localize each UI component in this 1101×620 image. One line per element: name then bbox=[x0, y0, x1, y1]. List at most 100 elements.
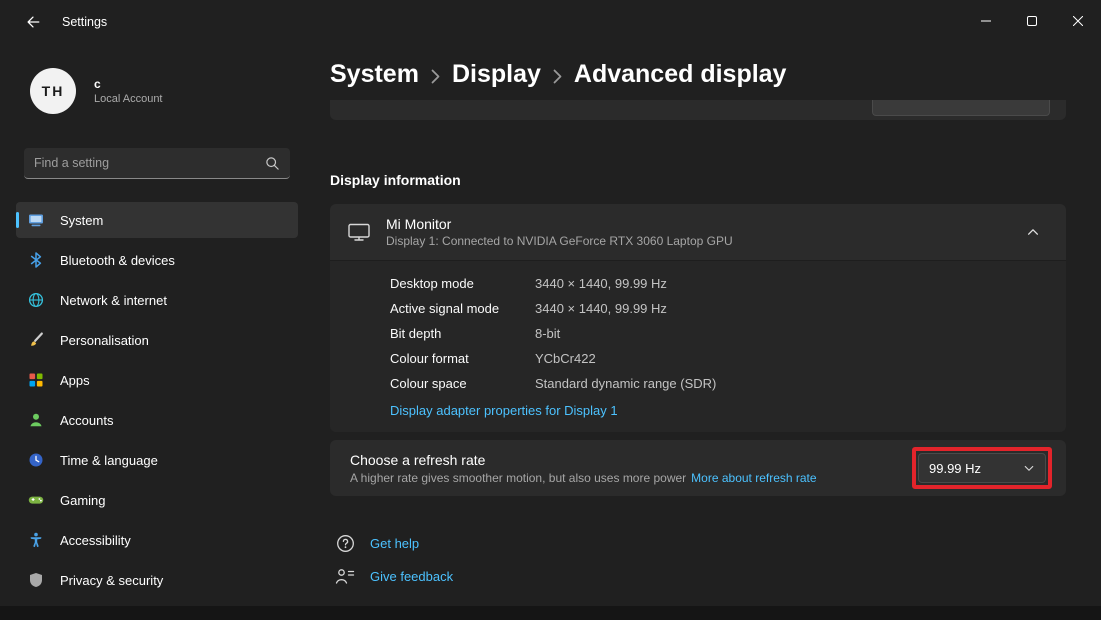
detail-label: Colour format bbox=[390, 351, 535, 366]
detail-label: Desktop mode bbox=[390, 276, 535, 291]
refresh-rate-text: Choose a refresh rate A higher rate give… bbox=[350, 451, 817, 486]
sidebar: TH c Local Account System bbox=[0, 44, 316, 606]
detail-label: Colour space bbox=[390, 376, 535, 391]
user-name: c bbox=[94, 77, 163, 92]
detail-value: 3440 × 1440, 99.99 Hz bbox=[535, 301, 667, 316]
detail-row-bit-depth: Bit depth 8-bit bbox=[390, 321, 1048, 346]
display-information-header[interactable]: Mi Monitor Display 1: Connected to NVIDI… bbox=[330, 204, 1066, 261]
sidebar-item-label: Apps bbox=[60, 373, 90, 388]
sidebar-item-label: Bluetooth & devices bbox=[60, 253, 175, 268]
main-content: System Display Advanced display Display … bbox=[316, 44, 1101, 606]
globe-icon bbox=[28, 292, 44, 308]
sidebar-item-label: Gaming bbox=[60, 493, 106, 508]
apps-grid-icon bbox=[28, 372, 44, 388]
sidebar-item-privacy-security[interactable]: Privacy & security bbox=[16, 562, 298, 598]
sidebar-item-label: Privacy & security bbox=[60, 573, 163, 588]
detail-row-active-signal-mode: Active signal mode 3440 × 1440, 99.99 Hz bbox=[390, 296, 1048, 321]
get-help-link[interactable]: Get help bbox=[370, 536, 419, 551]
user-account-block[interactable]: TH c Local Account bbox=[30, 68, 163, 114]
give-feedback-row: Give feedback bbox=[334, 567, 453, 586]
detail-label: Active signal mode bbox=[390, 301, 535, 316]
sidebar-item-accessibility[interactable]: Accessibility bbox=[16, 522, 298, 558]
clipped-display-select-dropdown[interactable] bbox=[872, 100, 1050, 116]
detail-value: 8-bit bbox=[535, 326, 560, 341]
maximize-icon bbox=[1027, 16, 1037, 26]
refresh-rate-dropdown[interactable]: 99.99 Hz bbox=[918, 453, 1046, 483]
get-help-icon bbox=[334, 534, 356, 553]
sidebar-item-gaming[interactable]: Gaming bbox=[16, 482, 298, 518]
shield-icon bbox=[28, 572, 44, 588]
breadcrumb: System Display Advanced display bbox=[330, 60, 786, 89]
feedback-icon bbox=[334, 567, 356, 586]
sidebar-item-network-internet[interactable]: Network & internet bbox=[16, 282, 298, 318]
monitor-icon bbox=[348, 221, 370, 243]
person-icon bbox=[28, 412, 44, 428]
user-account-type: Local Account bbox=[94, 92, 163, 106]
user-text: c Local Account bbox=[94, 77, 163, 106]
search-icon bbox=[265, 156, 280, 171]
more-about-refresh-rate-link[interactable]: More about refresh rate bbox=[691, 471, 816, 485]
detail-value: 3440 × 1440, 99.99 Hz bbox=[535, 276, 667, 291]
bluetooth-icon bbox=[28, 252, 44, 268]
sidebar-item-accounts[interactable]: Accounts bbox=[16, 402, 298, 438]
refresh-rate-title: Choose a refresh rate bbox=[350, 451, 817, 470]
close-icon bbox=[1073, 16, 1083, 26]
sidebar-item-label: System bbox=[60, 213, 103, 228]
back-arrow-icon bbox=[25, 14, 41, 30]
maximize-button[interactable] bbox=[1009, 0, 1055, 42]
sidebar-item-label: Accounts bbox=[60, 413, 113, 428]
monitor-text: Mi Monitor Display 1: Connected to NVIDI… bbox=[386, 215, 733, 249]
refresh-rate-card: Choose a refresh rate A higher rate give… bbox=[330, 440, 1066, 496]
display-information-card: Mi Monitor Display 1: Connected to NVIDI… bbox=[330, 204, 1066, 432]
search-input[interactable] bbox=[34, 156, 265, 170]
close-button[interactable] bbox=[1055, 0, 1101, 42]
section-title: Display information bbox=[330, 172, 461, 188]
titlebar: Settings bbox=[0, 0, 1101, 44]
clipped-display-select-row bbox=[330, 100, 1066, 120]
detail-value: Standard dynamic range (SDR) bbox=[535, 376, 716, 391]
chevron-down-icon bbox=[1023, 462, 1035, 474]
sidebar-item-label: Network & internet bbox=[60, 293, 167, 308]
display-adapter-properties-link[interactable]: Display adapter properties for Display 1 bbox=[390, 403, 618, 418]
refresh-rate-description-text: A higher rate gives smoother motion, but… bbox=[350, 471, 686, 485]
sidebar-item-label: Personalisation bbox=[60, 333, 149, 348]
refresh-rate-selected-value: 99.99 Hz bbox=[929, 461, 981, 476]
breadcrumb-display[interactable]: Display bbox=[452, 60, 541, 89]
give-feedback-link[interactable]: Give feedback bbox=[370, 569, 453, 584]
refresh-rate-description: A higher rate gives smoother motion, but… bbox=[350, 470, 817, 486]
detail-row-desktop-mode: Desktop mode 3440 × 1440, 99.99 Hz bbox=[390, 271, 1048, 296]
get-help-row: Get help bbox=[334, 534, 419, 553]
accessibility-person-icon bbox=[28, 532, 44, 548]
breadcrumb-separator-icon bbox=[431, 69, 440, 84]
detail-row-colour-space: Colour space Standard dynamic range (SDR… bbox=[390, 371, 1048, 396]
breadcrumb-separator-icon bbox=[553, 69, 562, 84]
breadcrumb-advanced-display: Advanced display bbox=[574, 60, 787, 89]
sidebar-item-label: Accessibility bbox=[60, 533, 131, 548]
display-details: Desktop mode 3440 × 1440, 99.99 Hz Activ… bbox=[330, 261, 1066, 432]
window-title: Settings bbox=[62, 15, 107, 29]
detail-label: Bit depth bbox=[390, 326, 535, 341]
breadcrumb-system[interactable]: System bbox=[330, 60, 419, 89]
clock-icon bbox=[28, 452, 44, 468]
search-box[interactable] bbox=[24, 148, 290, 179]
sidebar-item-personalisation[interactable]: Personalisation bbox=[16, 322, 298, 358]
monitor-subtitle: Display 1: Connected to NVIDIA GeForce R… bbox=[386, 233, 733, 249]
detail-row-colour-format: Colour format YCbCr422 bbox=[390, 346, 1048, 371]
avatar: TH bbox=[30, 68, 76, 114]
chevron-up-icon bbox=[1026, 225, 1040, 239]
sidebar-item-label: Time & language bbox=[60, 453, 158, 468]
back-button[interactable] bbox=[16, 9, 50, 35]
paintbrush-icon bbox=[28, 332, 44, 348]
sidebar-item-system[interactable]: System bbox=[16, 202, 298, 238]
sidebar-item-time-language[interactable]: Time & language bbox=[16, 442, 298, 478]
detail-value: YCbCr422 bbox=[535, 351, 596, 366]
sidebar-item-apps[interactable]: Apps bbox=[16, 362, 298, 398]
monitor-name: Mi Monitor bbox=[386, 215, 733, 233]
minimize-button[interactable] bbox=[963, 0, 1009, 42]
minimize-icon bbox=[981, 16, 991, 26]
sidebar-nav: System Bluetooth & devices Network & int… bbox=[16, 202, 298, 602]
collapse-expander[interactable] bbox=[1018, 217, 1048, 247]
sidebar-item-bluetooth-devices[interactable]: Bluetooth & devices bbox=[16, 242, 298, 278]
settings-window: Settings TH c Local Account bbox=[0, 0, 1101, 620]
highlight-annotation: 99.99 Hz bbox=[912, 447, 1052, 489]
